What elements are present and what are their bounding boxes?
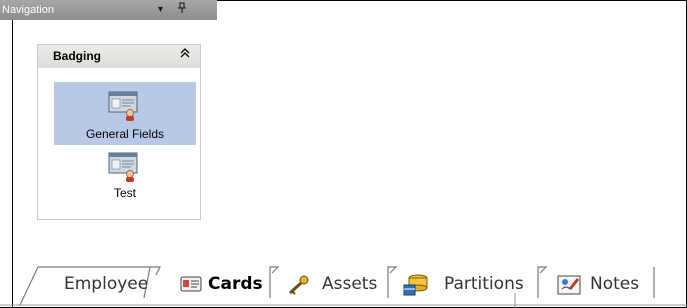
badging-panel-title: Badging: [53, 49, 101, 63]
notes-icon: [556, 273, 584, 302]
navigation-header: Navigation ▾: [0, 0, 217, 20]
key-icon: [286, 274, 310, 301]
badge-item-test[interactable]: Test: [54, 146, 196, 209]
tab-assets[interactable]: Assets: [322, 275, 377, 293]
tab-notes[interactable]: Notes: [590, 275, 639, 293]
tab-bar: Employee Cards Assets Partitions Notes: [0, 263, 687, 308]
badge-layout-icon: [107, 89, 141, 121]
badge-item-label: General Fields: [85, 127, 165, 141]
badge-item-label: Test: [113, 186, 136, 200]
badge-layout-icon: [107, 150, 141, 182]
tab-employee[interactable]: Employee: [64, 275, 148, 293]
tab-cards[interactable]: Cards: [208, 275, 263, 293]
navigation-title: Navigation: [2, 4, 54, 16]
partitions-icon: [402, 273, 430, 302]
card-icon: [180, 275, 202, 298]
badging-panel-header[interactable]: Badging: [38, 45, 200, 68]
tab-partitions[interactable]: Partitions: [444, 275, 524, 293]
dropdown-arrow-icon[interactable]: ▾: [158, 0, 163, 20]
badge-item-general-fields[interactable]: General Fields: [54, 82, 196, 145]
collapse-icon[interactable]: [180, 45, 190, 68]
badging-panel: Badging General Fields Test: [37, 44, 201, 220]
pin-icon[interactable]: [177, 0, 187, 20]
